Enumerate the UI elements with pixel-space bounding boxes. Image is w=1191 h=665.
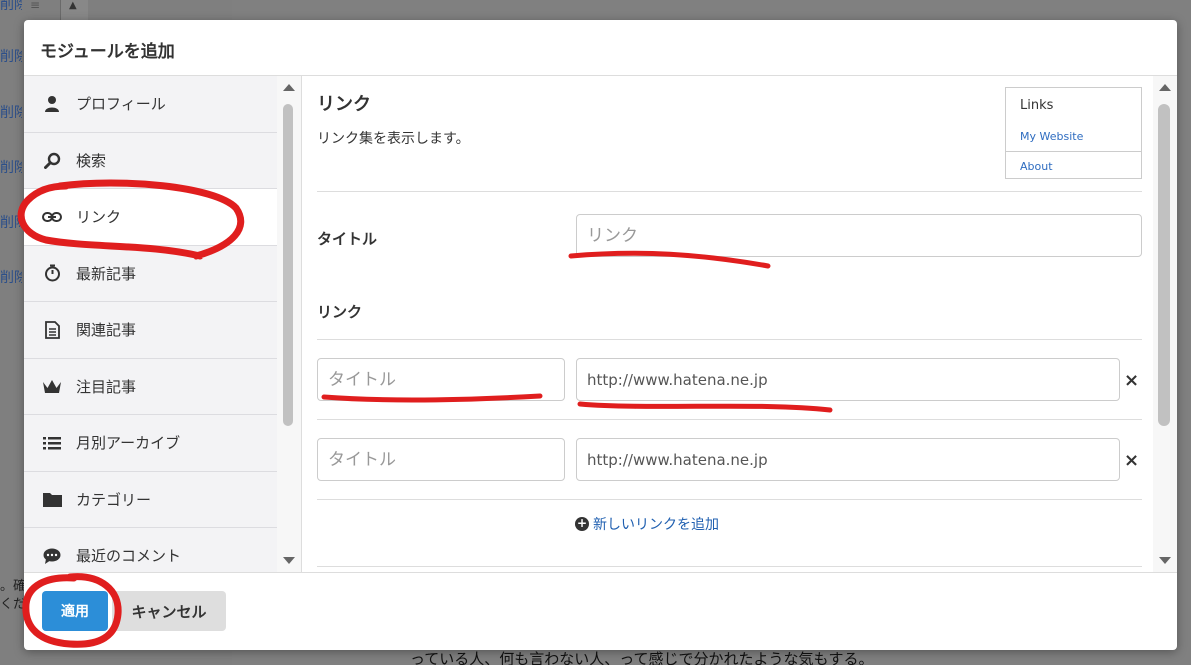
user-icon — [42, 94, 62, 114]
sidebar-item-label: 関連記事 — [76, 321, 137, 340]
background-side-text: 。確 くだ — [0, 578, 26, 614]
background-side-line: 。確 — [0, 579, 27, 594]
sidebar-item-label: 検索 — [76, 151, 107, 170]
sidebar-item-related-posts[interactable]: 関連記事 — [24, 302, 277, 359]
dialog-footer: 適用 キャンセル — [24, 572, 1177, 650]
content-scrollbar[interactable] — [1153, 76, 1177, 572]
document-icon — [42, 320, 62, 340]
link-title-input[interactable] — [317, 438, 565, 481]
dialog-body: プロフィール 検索 リンク 最新記事 関連記事 注目記事 月別アーカイブ カテゴ… — [24, 76, 1177, 572]
background-delete-link: 削除 — [0, 160, 22, 176]
sidebar-item-search[interactable]: 検索 — [24, 133, 277, 189]
sidebar-item-categories[interactable]: カテゴリー — [24, 472, 277, 528]
sidebar-scrollbar[interactable] — [277, 76, 301, 572]
content-scroll-thumb[interactable] — [1158, 104, 1170, 426]
background-side-line: くだ — [0, 597, 27, 612]
divider — [317, 419, 1142, 420]
panel-divider — [301, 76, 302, 572]
search-icon — [42, 150, 62, 170]
sidebar-item-profile[interactable]: プロフィール — [24, 76, 277, 133]
divider — [317, 191, 1142, 192]
divider — [317, 499, 1142, 500]
scroll-down-icon[interactable] — [283, 557, 295, 564]
preview-heading: Links — [1020, 98, 1054, 113]
module-sidebar: プロフィール 検索 リンク 最新記事 関連記事 注目記事 月別アーカイブ カテゴ… — [24, 76, 277, 572]
sidebar-item-label: 月別アーカイブ — [76, 434, 181, 453]
link-url-input[interactable] — [576, 438, 1120, 481]
plus-circle-icon: + — [575, 516, 589, 531]
comment-icon — [42, 546, 62, 566]
module-preview: Links My Website About — [1005, 87, 1142, 179]
divider — [317, 339, 1142, 340]
preview-link: My Website — [1006, 122, 1141, 152]
background-article-text: っている人、何も言わない人、って感じで分かれたような気もする。 — [410, 650, 874, 665]
module-title-input[interactable] — [576, 214, 1142, 257]
apply-button[interactable]: 適用 — [42, 591, 108, 631]
module-title: リンク — [317, 94, 371, 115]
sidebar-item-recent-comments[interactable]: 最近のコメント — [24, 528, 277, 572]
dialog-title: モジュールを追加 — [40, 42, 175, 62]
module-description: リンク集を表示します。 — [317, 131, 470, 147]
sidebar-item-label: リンク — [76, 208, 122, 227]
link-title-input[interactable] — [317, 358, 565, 401]
background-delete-link: 削除 — [0, 270, 22, 286]
menu-icon: ≡ — [30, 0, 41, 12]
scroll-up-icon[interactable] — [1159, 84, 1171, 91]
title-field-label: タイトル — [317, 230, 378, 248]
links-section-label: リンク — [317, 303, 363, 321]
crown-icon — [42, 376, 62, 396]
list-icon — [42, 433, 62, 453]
cancel-button[interactable]: キャンセル — [112, 591, 226, 631]
background-delete-link: 削除 — [0, 105, 22, 121]
remove-link-button[interactable]: × — [1124, 450, 1139, 471]
sidebar-item-featured-posts[interactable]: 注目記事 — [24, 359, 277, 415]
add-link-label: 新しいリンクを追加 — [593, 517, 719, 533]
sidebar-item-label: 最近のコメント — [76, 547, 182, 566]
background-scroll-up — [60, 0, 88, 20]
sidebar-scroll-thumb[interactable] — [283, 104, 293, 426]
sidebar-item-link[interactable]: リンク — [24, 189, 277, 246]
divider — [317, 566, 1142, 567]
remove-link-button[interactable]: × — [1124, 370, 1139, 391]
sidebar-item-label: プロフィール — [76, 95, 166, 114]
folder-icon — [42, 489, 62, 509]
sidebar-item-recent-posts[interactable]: 最新記事 — [24, 246, 277, 302]
add-module-dialog: モジュールを追加 プロフィール 検索 リンク 最新記事 関連記事 注目記事 月別… — [24, 20, 1177, 650]
preview-link: About — [1020, 160, 1053, 173]
sidebar-item-label: 最新記事 — [76, 264, 137, 283]
sidebar-item-label: カテゴリー — [76, 490, 152, 509]
scroll-down-icon[interactable] — [1159, 557, 1171, 564]
background-delete-link: 削除 — [0, 215, 22, 231]
sidebar-item-label: 注目記事 — [76, 377, 137, 396]
background-delete-link: 削除 — [0, 49, 22, 65]
link-url-input[interactable] — [576, 358, 1120, 401]
scroll-up-icon[interactable] — [283, 84, 295, 91]
link-icon — [42, 207, 62, 227]
module-settings: リンク リンク集を表示します。 Links My Website About タ… — [317, 76, 1142, 572]
sidebar-item-monthly-archive[interactable]: 月別アーカイブ — [24, 415, 277, 472]
dialog-header: モジュールを追加 — [24, 20, 1177, 76]
add-link-button[interactable]: + 新しいリンクを追加 — [575, 514, 719, 534]
stopwatch-icon — [42, 263, 62, 283]
background-delete-link: 削除 — [0, 0, 22, 13]
